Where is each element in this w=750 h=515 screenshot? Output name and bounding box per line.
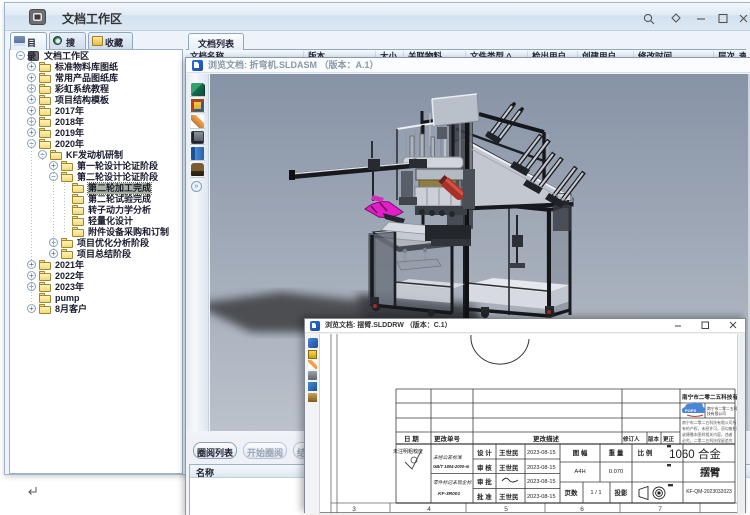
svg-text:日 期: 日 期 [404, 434, 419, 443]
svg-text:未经公差标准: 未经公差标准 [433, 454, 463, 461]
svg-text:重 量: 重 量 [609, 448, 624, 457]
svg-text:未注明粗糗度: 未注明粗糗度 [393, 448, 423, 455]
svg-text:审 核: 审 核 [477, 463, 492, 472]
svg-text:或傳播本图样相关内容。违者: 或傳播本图样相关内容。违者 [682, 432, 733, 437]
svg-text:有的产权，未经许可，谫勾复制: 有的产权，未经许可，谫勾复制 [682, 426, 737, 431]
svg-text:王世民: 王世民 [499, 492, 519, 501]
svg-text:1060 合金: 1060 合金 [669, 447, 721, 461]
svg-text:6: 6 [580, 506, 584, 513]
svg-text:1 / 1: 1 / 1 [590, 490, 601, 496]
svg-text:修订人: 修订人 [622, 435, 640, 443]
svg-text:页数: 页数 [565, 488, 579, 497]
svg-text:更改描述: 更改描述 [533, 434, 560, 443]
svg-text:王世民: 王世民 [499, 463, 519, 472]
svg-text:版本: 版本 [647, 435, 660, 443]
svg-text:4: 4 [427, 506, 431, 513]
svg-text:南宁市二零二五科技有限公司所: 南宁市二零二五科技有限公司所 [682, 420, 737, 425]
svg-text:KF-QM-2023032023: KF-QM-2023032023 [686, 489, 732, 495]
svg-text:审 批: 审 批 [477, 477, 492, 486]
svg-text:GB/T 1804-2000-m: GB/T 1804-2000-m [433, 464, 470, 469]
svg-text:0.070: 0.070 [609, 469, 624, 475]
svg-text:KF-3R001: KF-3R001 [438, 491, 460, 497]
svg-text:更正: 更正 [663, 435, 675, 443]
svg-text:图 幅: 图 幅 [573, 448, 588, 457]
svg-text:5: 5 [504, 506, 508, 513]
svg-text:2023-08-15: 2023-08-15 [527, 465, 556, 471]
svg-text:7: 7 [658, 506, 662, 513]
svg-text:技有限公司: 技有限公司 [707, 411, 726, 416]
svg-text:更改单号: 更改单号 [434, 434, 461, 443]
svg-text:零件标记未现企标: 零件标记未现企标 [433, 479, 473, 486]
svg-text:比 例: 比 例 [638, 448, 653, 457]
svg-text:2023-08-15: 2023-08-15 [527, 494, 556, 500]
svg-text:设 计: 设 计 [477, 448, 492, 457]
svg-text:A4H: A4H [574, 469, 585, 475]
svg-text:2023-08-15: 2023-08-15 [527, 479, 556, 485]
svg-text:投影: 投影 [615, 488, 629, 497]
svg-text:摆臂: 摆臂 [700, 466, 720, 479]
svg-text:3: 3 [352, 506, 356, 513]
svg-text:王世民: 王世民 [499, 448, 519, 457]
svg-text:南宁市二零二五科技有限: 南宁市二零二五科技有限 [682, 393, 739, 401]
svg-text:2023-08-15: 2023-08-15 [527, 450, 556, 456]
svg-text:南宁市二零二五科: 南宁市二零二五科 [707, 406, 738, 411]
svg-text:必究。二零二五科技保留追究: 必究。二零二五科技保留追究 [682, 438, 733, 443]
svg-text:批 准: 批 准 [477, 492, 492, 501]
svg-text:POPS: POPS [685, 408, 696, 413]
